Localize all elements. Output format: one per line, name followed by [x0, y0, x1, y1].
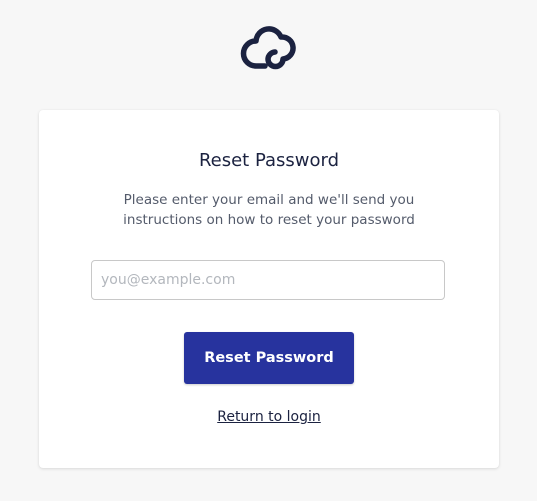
reset-password-button[interactable]: Reset Password	[184, 332, 354, 384]
instructions-text: Please enter your email and we'll send y…	[123, 192, 415, 228]
reset-password-card: Reset Password Please enter your email a…	[39, 110, 499, 468]
email-input[interactable]	[91, 260, 445, 300]
return-to-login-link[interactable]: Return to login	[39, 409, 499, 425]
cloud-logo-icon	[240, 22, 298, 70]
page-title: Reset Password	[198, 150, 340, 171]
